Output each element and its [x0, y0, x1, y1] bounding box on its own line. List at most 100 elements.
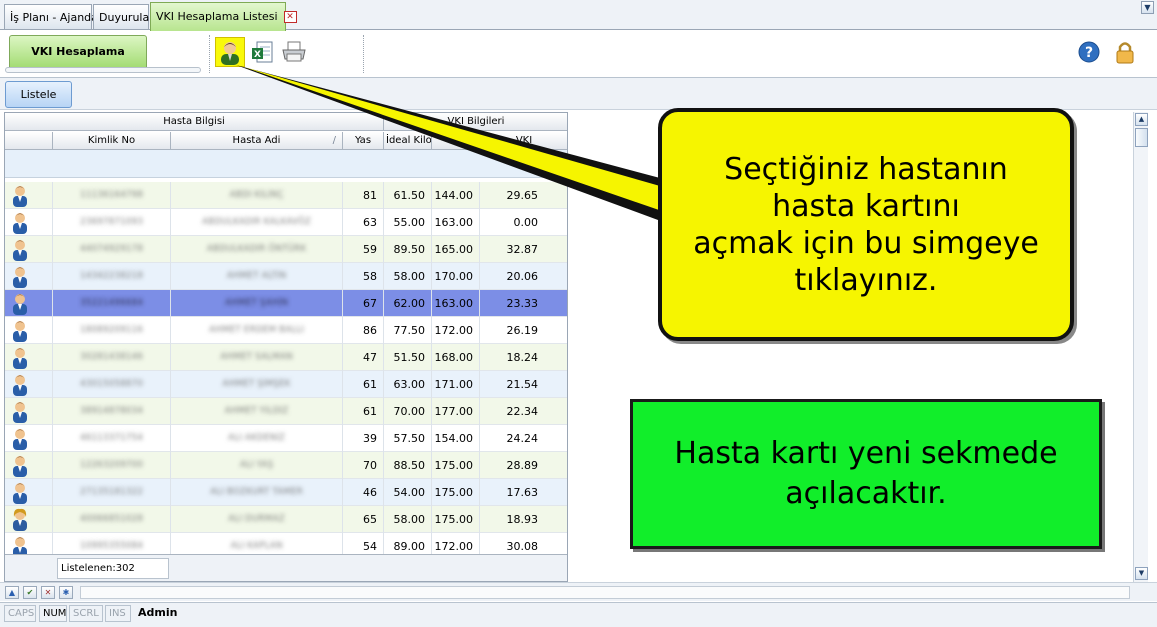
tc-number-cell[interactable]: 23697871093: [53, 209, 171, 236]
table-row[interactable]: 43015058870 AHMET ŞIMŞEK 61 63.00 171.00 21.5…: [5, 371, 567, 398]
tc-number-cell[interactable]: 46113371754: [53, 425, 171, 452]
table-row[interactable]: 11136164798 ABDI KILINÇ 81 61.50 144.00 29.65: [5, 182, 567, 209]
table-row[interactable]: 44074929178 ABDULKADIR ÖNTÜRK 59 89.50 165.0…: [5, 236, 567, 263]
patient-male-icon[interactable]: [11, 291, 29, 317]
search-filter-row[interactable]: Arama Te: [5, 150, 567, 178]
row-icon-cell[interactable]: [5, 398, 53, 425]
patient-male-icon[interactable]: [11, 264, 29, 290]
ideal-weight-cell[interactable]: 54.00: [384, 479, 432, 506]
column-header-age[interactable]: Yas: [343, 132, 384, 150]
vertical-scrollbar[interactable]: ▲ ▼: [1133, 112, 1148, 582]
excel-export-icon[interactable]: X: [247, 37, 277, 67]
patient-name-cell[interactable]: AHMET ŞIMŞEK: [171, 371, 343, 398]
patient-name-cell[interactable]: ABDI KILINÇ: [171, 182, 343, 209]
tab-bmi-list[interactable]: VKI Hesaplama Listesi ✕: [150, 2, 297, 31]
ideal-weight-cell[interactable]: 51.50: [384, 344, 432, 371]
patient-name-cell[interactable]: AHMET ALTIN: [171, 263, 343, 290]
height-cell[interactable]: 165.00: [432, 236, 480, 263]
tab-announcements[interactable]: Duyurular: [93, 4, 154, 29]
height-cell[interactable]: 175.00: [432, 452, 480, 479]
height-cell[interactable]: 172.00: [432, 317, 480, 344]
row-icon-cell[interactable]: [5, 209, 53, 236]
bmi-value-cell[interactable]: 26.19: [480, 317, 567, 344]
patient-female-icon[interactable]: [11, 507, 29, 533]
bmi-value-cell[interactable]: 18.93: [480, 506, 567, 533]
nav-confirm-icon[interactable]: ✔: [23, 586, 37, 599]
bmi-value-cell[interactable]: 29.65: [480, 182, 567, 209]
tc-number-cell[interactable]: 43015058870: [53, 371, 171, 398]
bmi-value-cell[interactable]: 17.63: [480, 479, 567, 506]
column-header-height[interactable]: [432, 132, 480, 150]
height-cell[interactable]: 175.00: [432, 506, 480, 533]
patient-name-cell[interactable]: AHMET YILDIZ: [171, 398, 343, 425]
ideal-weight-cell[interactable]: 61.50: [384, 182, 432, 209]
ideal-weight-cell[interactable]: 88.50: [384, 452, 432, 479]
height-cell[interactable]: 171.00: [432, 371, 480, 398]
age-cell[interactable]: 59: [343, 236, 384, 263]
height-cell[interactable]: 163.00: [432, 290, 480, 317]
patient-name-cell[interactable]: ALI DURMAZ: [171, 506, 343, 533]
ideal-weight-cell[interactable]: 89.50: [384, 236, 432, 263]
height-cell[interactable]: 144.00: [432, 182, 480, 209]
nav-cancel-icon[interactable]: ✕: [41, 586, 55, 599]
ideal-weight-cell[interactable]: 63.00: [384, 371, 432, 398]
patient-male-icon[interactable]: [11, 453, 29, 479]
table-row[interactable]: 23697871093 ABDULKADIR KALKAVÖZ 63 55.00 163…: [5, 209, 567, 236]
height-cell[interactable]: 168.00: [432, 344, 480, 371]
patient-male-icon[interactable]: [11, 210, 29, 236]
column-header-icon[interactable]: [5, 132, 53, 150]
patient-card-icon[interactable]: [215, 37, 245, 67]
row-icon-cell[interactable]: [5, 290, 53, 317]
column-header-tc[interactable]: Kimlik No: [53, 132, 171, 150]
table-row[interactable]: 46113371754 ALI AKDENIZ 39 57.50 154.00 24.24: [5, 425, 567, 452]
patient-name-cell[interactable]: AHMET SALMAN: [171, 344, 343, 371]
ideal-weight-cell[interactable]: 62.00: [384, 290, 432, 317]
age-cell[interactable]: 63: [343, 209, 384, 236]
patient-name-cell[interactable]: ALI AKDENIZ: [171, 425, 343, 452]
tc-number-cell[interactable]: 18089209116: [53, 317, 171, 344]
table-row[interactable]: 38914878034 AHMET YILDIZ 61 70.00 177.00 22.3…: [5, 398, 567, 425]
ideal-weight-cell[interactable]: 57.50: [384, 425, 432, 452]
tc-number-cell[interactable]: 11136164798: [53, 182, 171, 209]
row-icon-cell[interactable]: [5, 452, 53, 479]
scroll-down-icon[interactable]: ▼: [1135, 567, 1148, 580]
row-icon-cell[interactable]: [5, 182, 53, 209]
tc-number-cell[interactable]: 30281438146: [53, 344, 171, 371]
patient-name-cell[interactable]: ALI BOZKURT TAMER: [171, 479, 343, 506]
table-row[interactable]: 14342238218 AHMET ALTIN 58 58.00 170.00 20.06: [5, 263, 567, 290]
nav-up-icon[interactable]: ▲: [5, 586, 19, 599]
printer-icon[interactable]: [279, 37, 309, 67]
height-cell[interactable]: 177.00: [432, 398, 480, 425]
age-cell[interactable]: 86: [343, 317, 384, 344]
age-cell[interactable]: 65: [343, 506, 384, 533]
row-icon-cell[interactable]: [5, 236, 53, 263]
age-cell[interactable]: 67: [343, 290, 384, 317]
tc-number-cell[interactable]: 14342238218: [53, 263, 171, 290]
patient-male-icon[interactable]: [11, 345, 29, 371]
age-cell[interactable]: 61: [343, 398, 384, 425]
age-cell[interactable]: 39: [343, 425, 384, 452]
age-cell[interactable]: 58: [343, 263, 384, 290]
patient-male-icon[interactable]: [11, 372, 29, 398]
age-cell[interactable]: 47: [343, 344, 384, 371]
ideal-weight-cell[interactable]: 58.00: [384, 263, 432, 290]
patient-male-icon[interactable]: [11, 237, 29, 263]
table-row[interactable]: 27135181322 ALI BOZKURT TAMER 46 54.00 175.0…: [5, 479, 567, 506]
horizontal-scrollbar[interactable]: [80, 586, 1130, 599]
patient-male-icon[interactable]: [11, 318, 29, 344]
height-cell[interactable]: 170.00: [432, 263, 480, 290]
tc-number-cell[interactable]: 35221496684: [53, 290, 171, 317]
close-icon[interactable]: ✕: [283, 11, 297, 23]
scroll-up-icon[interactable]: ▲: [1135, 113, 1148, 126]
patient-name-cell[interactable]: ALI YAŞ: [171, 452, 343, 479]
ideal-weight-cell[interactable]: 70.00: [384, 398, 432, 425]
ideal-weight-cell[interactable]: 77.50: [384, 317, 432, 344]
tc-number-cell[interactable]: 12263209700: [53, 452, 171, 479]
bmi-value-cell[interactable]: 22.34: [480, 398, 567, 425]
table-row[interactable]: 12263209700 ALI YAŞ 70 88.50 175.00 28.89: [5, 452, 567, 479]
age-cell[interactable]: 46: [343, 479, 384, 506]
bmi-value-cell[interactable]: 18.24: [480, 344, 567, 371]
table-row[interactable]: 30281438146 AHMET SALMAN 47 51.50 168.00 18.2…: [5, 344, 567, 371]
row-icon-cell[interactable]: [5, 479, 53, 506]
patient-male-icon[interactable]: [11, 183, 29, 209]
